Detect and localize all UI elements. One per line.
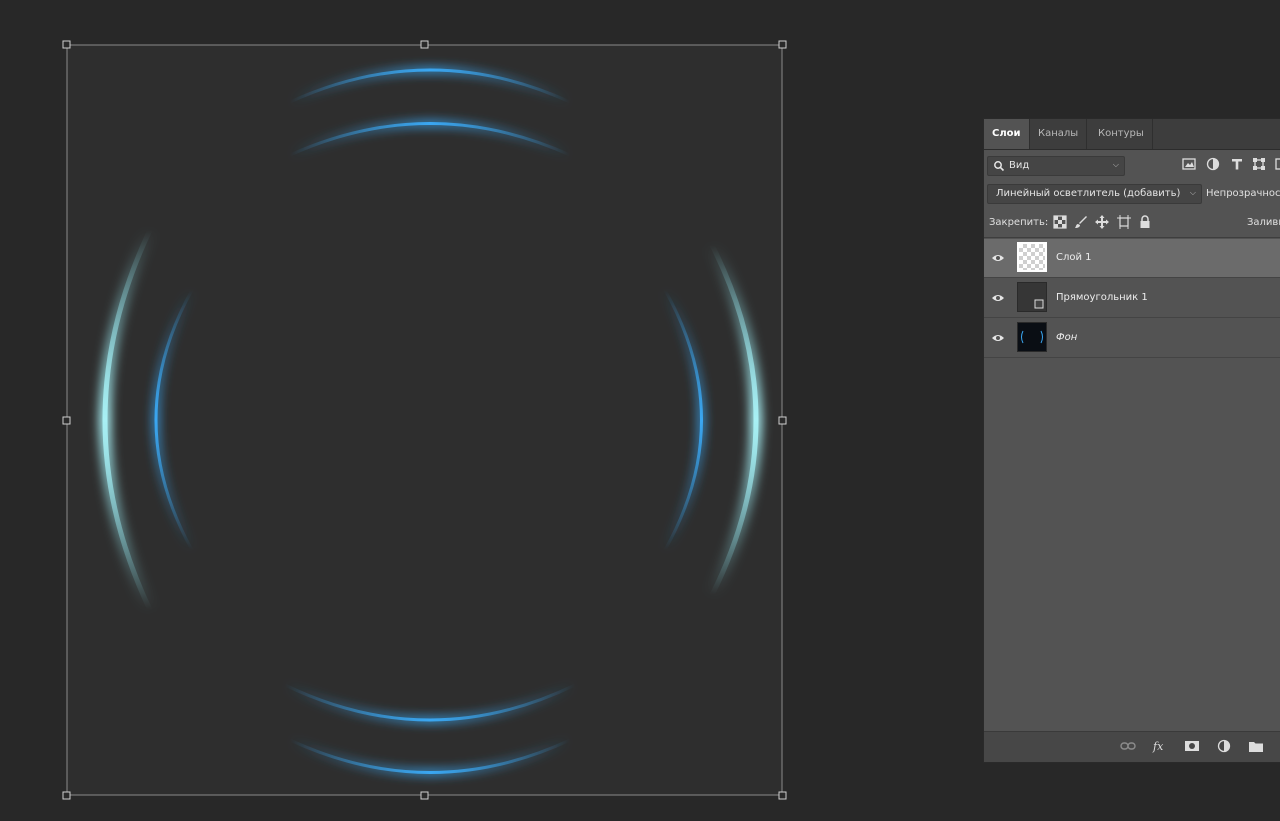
layer-thumbnail-transparent — [1017, 242, 1047, 272]
layer-name[interactable]: Прямоугольник 1 — [1056, 292, 1148, 303]
handle-middle-right[interactable] — [778, 416, 787, 425]
opacity-label[interactable]: Непрозрачность: — [1206, 188, 1280, 199]
image-filter-icon[interactable] — [1182, 157, 1196, 171]
lock-artboard-icon[interactable] — [1117, 215, 1131, 229]
panel-tabs: Слои Каналы Контуры — [984, 119, 1280, 150]
canvas-area — [67, 45, 782, 795]
handle-bottom-right[interactable] — [778, 791, 787, 800]
lock-position-icon[interactable] — [1095, 215, 1109, 229]
handle-top-left[interactable] — [62, 40, 71, 49]
blend-mode-select[interactable]: Линейный осветлитель (добавить) ⌵ — [987, 184, 1202, 204]
chevron-down-icon: ⌵ — [1112, 160, 1119, 169]
lock-transparent-icon[interactable] — [1053, 215, 1067, 229]
handle-top-right[interactable] — [778, 40, 787, 49]
lock-label: Закрепить: — [989, 217, 1049, 228]
layers-panel-footer: fx — [984, 731, 1280, 762]
lock-paint-icon[interactable] — [1074, 215, 1088, 229]
filter-label: Вид — [1009, 160, 1030, 171]
blend-mode-label: Линейный осветлитель (добавить) — [996, 188, 1181, 199]
handle-bottom-center[interactable] — [420, 791, 429, 800]
eye-icon[interactable] — [991, 332, 1005, 344]
layers-panel: Слои Каналы Контуры Вид ⌵ Линейный освет… — [983, 118, 1280, 763]
eye-icon[interactable] — [991, 292, 1005, 304]
layer-name[interactable]: Слой 1 — [1056, 252, 1092, 263]
add-mask-icon[interactable] — [1184, 739, 1200, 753]
tab-layers[interactable]: Слои — [984, 119, 1030, 149]
svg-text:fx: fx — [1152, 740, 1164, 753]
eye-icon[interactable] — [991, 252, 1005, 264]
layer-thumbnail-shape — [1017, 282, 1047, 312]
lock-row: Закрепить: Заливка: — [984, 209, 1280, 238]
background-thumb-art — [1021, 330, 1043, 344]
type-filter-icon[interactable] — [1230, 157, 1244, 171]
layer-name[interactable]: Фон — [1056, 332, 1077, 343]
layer-filter-select[interactable]: Вид ⌵ — [987, 156, 1125, 176]
tab-channels[interactable]: Каналы — [1030, 119, 1088, 149]
link-layers-icon[interactable] — [1120, 739, 1136, 753]
handle-bottom-left[interactable] — [62, 791, 71, 800]
lock-all-icon[interactable] — [1138, 215, 1152, 229]
shape-layer-badge-icon — [1034, 299, 1044, 309]
smart-object-filter-icon[interactable] — [1274, 157, 1280, 171]
handle-middle-left[interactable] — [62, 416, 71, 425]
handle-top-center[interactable] — [420, 40, 429, 49]
layer-row-rectangle-1[interactable]: Прямоугольник 1 — [984, 279, 1280, 318]
shape-filter-icon[interactable] — [1252, 157, 1266, 171]
fx-icon[interactable]: fx — [1152, 739, 1168, 753]
tab-paths[interactable]: Контуры — [1090, 119, 1153, 149]
layer-row-background[interactable]: Фон — [984, 319, 1280, 358]
layer-thumbnail-background — [1017, 322, 1047, 352]
adjustment-layer-icon[interactable] — [1217, 739, 1233, 753]
blend-row: Линейный осветлитель (добавить) ⌵ Непроз… — [984, 179, 1280, 207]
chevron-down-icon: ⌵ — [1189, 188, 1196, 197]
new-group-icon[interactable] — [1248, 739, 1264, 753]
search-icon — [994, 161, 1005, 172]
layer-row-layer-1[interactable]: Слой 1 — [984, 239, 1280, 278]
filter-row: Вид ⌵ — [984, 149, 1280, 179]
fill-label[interactable]: Заливка: — [1247, 217, 1280, 228]
adjustment-filter-icon[interactable] — [1206, 157, 1220, 171]
